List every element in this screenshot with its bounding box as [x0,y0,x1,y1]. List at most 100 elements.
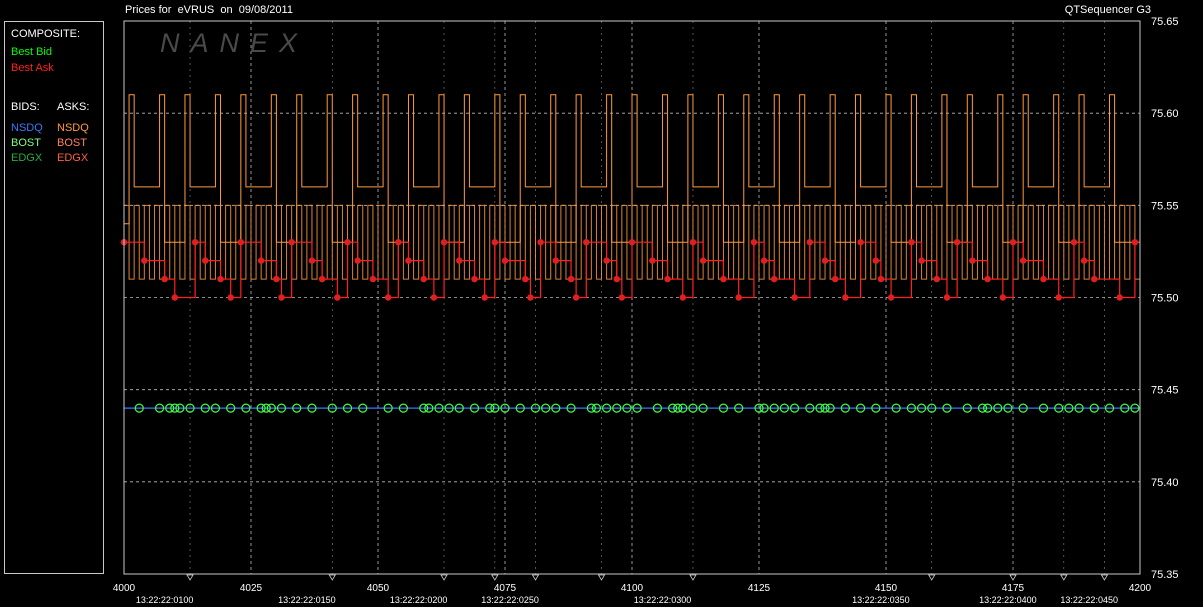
best-ask-point [491,239,499,246]
best-ask-point [943,294,951,301]
best-ask-point [791,294,798,301]
best-ask-point [527,294,534,301]
best-ask-point [908,239,915,246]
y-tick-label: 75.55 [1151,200,1179,212]
time-marker [1060,574,1068,581]
price-chart: NANEX 75.35 75.40 75.45 75.50 75.55 75.60 75.6… [113,16,1179,605]
time-label: 13:22:22:0350 [852,595,910,605]
time-label: 13:22:22:0450 [1060,595,1118,605]
time-marker [689,574,697,581]
x-tick-label: 4025 [240,583,263,594]
x-tick-label: 4000 [113,583,136,594]
best-ask-point [552,257,559,264]
best-ask-point [202,257,209,264]
best-ask-point [664,275,671,283]
best-ask-point [953,239,961,246]
best-ask-point [887,294,895,301]
y-tick-label: 75.40 [1151,477,1179,489]
best-ask-point [440,239,448,246]
best-ask-point [1055,294,1062,301]
best-ask-point [1009,239,1017,246]
best-ask-point [481,294,488,301]
x-tick-label: 4125 [748,583,771,594]
best-ask-point [984,275,991,283]
best-ask-point [384,294,392,301]
time-label: 13:22:22:0150 [278,595,336,605]
time-marker [491,574,499,581]
best-ask-point [806,239,813,246]
best-ask-point [1131,239,1139,246]
best-ask-point [750,239,758,246]
best-ask-point [191,239,199,246]
nanex-watermark: NANEX [160,28,308,58]
best-ask-point [161,275,168,283]
best-ask-point [699,257,707,264]
best-ask-point [354,257,361,264]
best-ask-point [420,275,427,283]
best-ask-point [771,275,778,283]
best-ask-point [969,257,976,264]
time-marker [531,574,540,581]
y-tick-label: 75.65 [1151,16,1179,28]
y-tick-label: 75.60 [1151,108,1179,120]
best-ask-point [832,275,839,283]
time-label: 13:22:22:0250 [481,595,539,605]
best-ask-point [933,275,940,283]
x-tick-label: 4050 [367,583,390,594]
best-ask-point [1080,257,1088,264]
best-ask-point [456,257,463,264]
y-tick-label: 75.35 [1151,569,1179,581]
best-ask-point [572,294,580,301]
best-ask-point [872,257,880,264]
best-ask-point [405,257,412,264]
best-ask-point [522,275,529,283]
time-marker [328,574,336,581]
best-ask-point [395,239,402,246]
x-tick-label: 4150 [875,583,898,594]
time-label: 13:22:22:0200 [390,595,448,605]
best-ask-point [171,294,178,301]
x-tick-label: 4100 [621,583,644,594]
best-ask-point [308,257,316,264]
best-ask-point [720,275,727,283]
marker-layer [120,239,1140,413]
y-tick-label: 75.45 [1151,385,1179,397]
best-ask-point [237,239,245,246]
best-ask-point [877,275,885,283]
best-ask-point [1116,294,1123,301]
best-ask-point [603,257,610,264]
best-ask-point [760,257,768,264]
best-ask-point [344,239,351,246]
best-ask-point [430,294,438,301]
best-ask-point [999,294,1007,301]
best-ask-point [567,275,575,283]
best-ask-point [735,294,742,301]
y-tick-label: 75.50 [1151,293,1179,305]
best-ask-point [918,257,925,264]
best-ask-point [821,257,829,264]
best-ask-point [628,239,636,246]
best-ask-point [501,257,509,264]
time-marker [440,574,448,581]
time-marker [1100,574,1109,581]
time-marker [928,574,936,581]
best-ask-point [273,275,280,283]
best-ask-point [334,294,341,301]
best-ask-point [583,239,590,246]
time-label: 13:22:22:0100 [136,595,194,605]
best-ask-point [1070,239,1078,246]
time-label: 13:22:22:0300 [634,595,692,605]
best-ask-point [689,239,697,246]
x-tick-label: 4200 [1129,583,1152,594]
best-ask-point [613,275,620,283]
best-ask-point [288,239,295,246]
best-ask-point [318,275,326,283]
best-ask-point [1091,275,1098,283]
best-ask-point [471,275,478,283]
best-ask-point [141,257,148,264]
best-ask-point [618,294,626,301]
time-marker [597,574,606,581]
series-layer [124,94,1141,409]
best-ask-point [278,294,285,301]
best-ask-point [679,294,686,301]
